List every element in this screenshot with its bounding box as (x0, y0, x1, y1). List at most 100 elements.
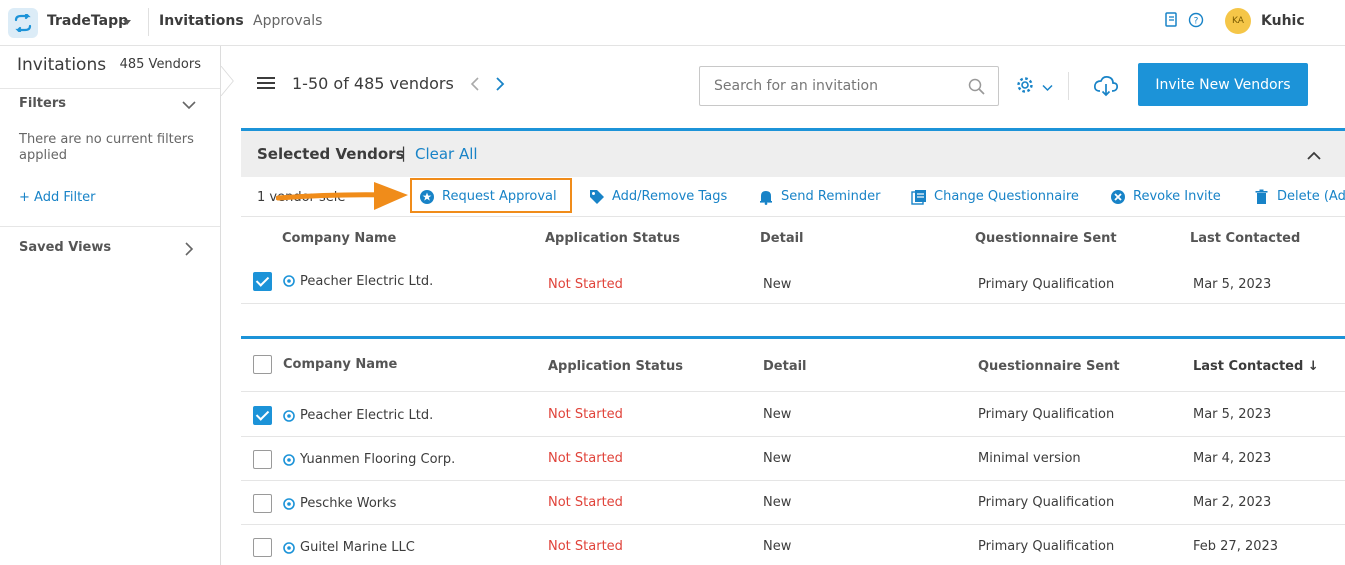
sidebar-title: Invitations (17, 55, 107, 75)
questionnaire: Minimal version (978, 451, 1081, 466)
divider (1068, 72, 1069, 100)
app-logo-icon[interactable] (8, 8, 38, 38)
divider (241, 480, 1345, 481)
select-all-checkbox[interactable] (253, 355, 272, 374)
company-icon (283, 498, 295, 510)
revoke-icon (1111, 190, 1125, 204)
questionnaire: Primary Qualification (978, 407, 1115, 422)
column-header-detail[interactable]: Detail (763, 359, 807, 374)
chevron-down-icon[interactable] (1042, 80, 1053, 96)
questionnaire: Primary Qualification (978, 495, 1115, 510)
row-checkbox[interactable] (253, 450, 272, 469)
pagination-range: 1-50 of 485 vendors (292, 74, 454, 93)
top-bar: TradeTapp Invitations Approvals ? KA Kuh… (0, 0, 1345, 46)
row-checkbox[interactable] (253, 406, 272, 425)
last-contacted: Mar 4, 2023 (1193, 451, 1272, 466)
status-badge: Not Started (548, 539, 623, 554)
callout-arrow-icon (276, 182, 408, 210)
column-header-company[interactable]: Company Name (283, 357, 397, 372)
company-icon (283, 542, 295, 554)
column-header-last-contacted[interactable]: Last Contacted (1190, 231, 1300, 246)
book-icon[interactable] (1164, 12, 1178, 32)
request-approval-label: Request Approval (442, 189, 557, 204)
company-name[interactable]: Yuanmen Flooring Corp. (300, 452, 455, 467)
status-badge: Not Started (548, 451, 623, 466)
status-badge: Not Started (548, 495, 623, 510)
add-remove-tags-label: Add/Remove Tags (612, 189, 728, 204)
column-header-last-contacted[interactable]: Last Contacted ↓ (1193, 359, 1319, 374)
delete-label: Delete (Ad (1277, 189, 1345, 204)
last-contacted: Mar 5, 2023 (1193, 277, 1272, 292)
column-header-company[interactable]: Company Name (282, 231, 396, 246)
selected-vendors-panel: Selected Vendors | Clear All 1 vendor se… (241, 128, 1345, 304)
avatar[interactable]: KA (1225, 8, 1251, 34)
help-icon[interactable]: ? (1188, 12, 1204, 32)
change-questionnaire-label: Change Questionnaire (934, 189, 1079, 204)
no-filters-text: There are no current filters applied (19, 132, 194, 163)
chevron-right-icon[interactable] (495, 76, 505, 96)
detail: New (763, 451, 792, 466)
nav-approvals[interactable]: Approvals (253, 13, 322, 29)
column-header-questionnaire[interactable]: Questionnaire Sent (975, 231, 1117, 246)
column-header-detail[interactable]: Detail (760, 231, 804, 246)
divider (0, 88, 220, 89)
filters-heading[interactable]: Filters (19, 96, 66, 111)
invite-new-vendors-button[interactable]: Invite New Vendors (1138, 63, 1308, 106)
detail: New (763, 407, 792, 422)
username[interactable]: Kuhic (1261, 13, 1305, 29)
column-header-status[interactable]: Application Status (545, 231, 680, 246)
sidebar: Invitations 485 Vendors Filters There ar… (0, 46, 221, 565)
column-header-questionnaire[interactable]: Questionnaire Sent (978, 359, 1120, 374)
company-icon (283, 454, 295, 466)
company-name[interactable]: Peacher Electric Ltd. (300, 408, 433, 423)
hamburger-icon[interactable] (257, 77, 275, 91)
request-approval-icon (420, 190, 434, 204)
chevron-up-icon[interactable] (1307, 148, 1321, 164)
chevron-down-icon[interactable] (182, 98, 196, 114)
detail: New (763, 495, 792, 510)
send-reminder-label: Send Reminder (781, 189, 881, 204)
last-contacted: Mar 2, 2023 (1193, 495, 1272, 510)
svg-text:?: ? (1194, 17, 1199, 27)
column-header-status[interactable]: Application Status (548, 359, 683, 374)
chevron-left-icon[interactable] (470, 76, 480, 96)
company-name[interactable]: Peacher Electric Ltd. (300, 274, 433, 289)
search-field[interactable] (699, 66, 999, 106)
separator: | (401, 144, 407, 162)
bell-icon (760, 191, 772, 205)
detail: New (763, 277, 792, 292)
company-name[interactable]: Guitel Marine LLC (300, 540, 415, 555)
revoke-invite-label: Revoke Invite (1133, 189, 1221, 204)
saved-views-heading[interactable]: Saved Views (19, 240, 111, 255)
sidebar-pointer (220, 66, 234, 96)
cloud-download-icon[interactable] (1093, 75, 1119, 101)
nav-invitations[interactable]: Invitations (159, 13, 244, 29)
company-name[interactable]: Peschke Works (300, 496, 396, 511)
last-contacted: Mar 5, 2023 (1193, 407, 1272, 422)
tag-icon (590, 190, 604, 204)
vendor-count: 485 Vendors (119, 57, 201, 72)
search-icon[interactable] (968, 78, 985, 99)
bulk-actions-bar: 1 vendor sele Request Approval Add/Remov… (241, 177, 1345, 217)
row-checkbox[interactable] (253, 538, 272, 557)
questionnaire-icon (911, 190, 926, 205)
divider (241, 436, 1345, 437)
status-badge: Not Started (548, 277, 623, 292)
gear-icon[interactable] (1016, 76, 1034, 98)
divider (0, 226, 220, 227)
row-checkbox[interactable] (253, 494, 272, 513)
add-filter-link[interactable]: + Add Filter (19, 190, 96, 205)
search-input[interactable] (714, 76, 954, 96)
divider (241, 391, 1345, 392)
last-contacted: Feb 27, 2023 (1193, 539, 1279, 554)
company-icon (283, 410, 295, 422)
chevron-right-icon[interactable] (185, 242, 194, 260)
status-badge: Not Started (548, 407, 623, 422)
app-switcher[interactable]: TradeTapp (47, 13, 128, 29)
row-checkbox[interactable] (253, 272, 272, 291)
clear-all-link[interactable]: Clear All (415, 145, 478, 163)
selected-vendors-title: Selected Vendors (257, 145, 405, 163)
divider (241, 524, 1345, 525)
divider (148, 8, 149, 36)
caret-down-icon[interactable] (123, 20, 131, 25)
